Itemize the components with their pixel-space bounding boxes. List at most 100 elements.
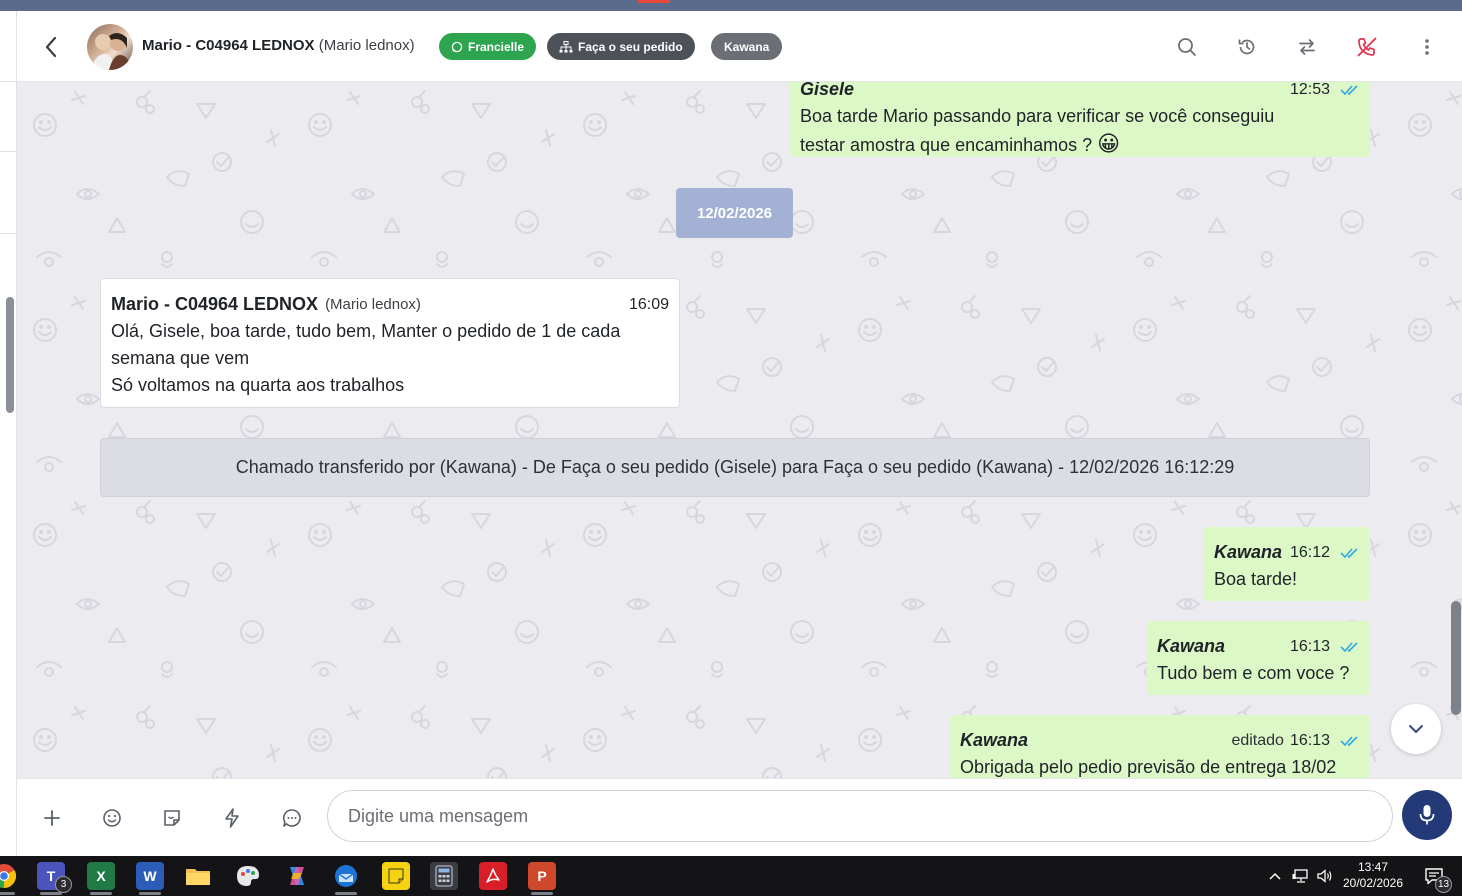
read-ticks-icon (1340, 547, 1360, 559)
message-header: Kawana 16:12 (1214, 539, 1360, 566)
clock-time: 13:47 (1357, 860, 1389, 874)
tag-francielle[interactable]: Francielle (439, 33, 537, 60)
message-text: Boa tarde! (1214, 569, 1298, 589)
folder-icon (186, 869, 210, 885)
taskbar-clock[interactable]: 13:47 20/02/2026 (1338, 859, 1408, 891)
message-author: Kawana (1214, 542, 1283, 562)
message-bubble-outgoing[interactable]: Kawana editado 16:13 Obrigada pelo pedio… (950, 715, 1370, 778)
kebab-menu-icon (1425, 39, 1429, 55)
message-time: 16:13 (1289, 732, 1330, 749)
message-time: 16:13 (1289, 638, 1330, 655)
thunderbird-app[interactable] (332, 862, 360, 895)
message-bubble-outgoing[interactable]: Kawana 16:13 Tudo bem e com voce ? (1147, 621, 1370, 695)
left-scrollbar-thumb[interactable] (6, 297, 14, 413)
notification-center[interactable]: 13 (1420, 862, 1452, 893)
voice-record-button[interactable] (1402, 790, 1452, 840)
sticker-button[interactable] (157, 803, 187, 833)
emoji-button[interactable] (97, 803, 127, 833)
teams-badge: 3 (55, 876, 72, 893)
message-input[interactable] (327, 790, 1393, 842)
running-indicator (139, 892, 161, 895)
divider (0, 81, 16, 82)
message-bubble-outgoing[interactable]: Gisele 12:53 Boa tarde Mario passando pa… (790, 82, 1370, 157)
message-time: 12:53 (1289, 82, 1330, 98)
system-transfer-notice: Chamado transferido por (Kawana) - De Fa… (100, 438, 1370, 497)
chevron-up-icon[interactable] (1268, 871, 1282, 881)
message-author: Gisele (800, 82, 855, 99)
running-indicator (335, 892, 357, 895)
history-icon (1238, 39, 1255, 55)
attach-button[interactable] (37, 803, 67, 833)
history-button[interactable] (1234, 34, 1260, 60)
message-bubble-incoming[interactable]: Mario - C04964 LEDNOX (Mario lednox) 16:… (100, 278, 680, 408)
end-call-button[interactable] (1354, 34, 1380, 60)
message-author: Kawana (960, 730, 1029, 750)
teams-app[interactable]: T 3 (37, 862, 72, 895)
chat-scrollbar-thumb[interactable] (1451, 601, 1461, 715)
tag-label: Faça o seu pedido (578, 39, 683, 54)
grinning-emoji: 😀 (1097, 131, 1121, 156)
scroll-to-bottom-button[interactable] (1391, 704, 1441, 754)
message-time: 16:12 (1289, 544, 1330, 561)
contact-title[interactable]: Mario - C04964 LEDNOX (Mario lednox) (142, 37, 415, 54)
read-ticks-icon (1340, 641, 1360, 653)
quick-replies-button[interactable] (217, 803, 247, 833)
left-panel-edge (0, 11, 17, 856)
message-text: testar amostra que encaminhamos ? (800, 135, 1093, 155)
message-header: Kawana 16:13 (1157, 633, 1360, 660)
message-text-line: testar amostra que encaminhamos ? 😀 (800, 130, 1360, 159)
file-explorer-app[interactable] (184, 862, 212, 890)
word-app[interactable]: W (136, 862, 164, 895)
message-text: Obrigada pelo pedio previsão de entrega … (960, 757, 1337, 777)
calculator-app[interactable] (430, 862, 458, 890)
chrome-app[interactable] (0, 862, 18, 895)
more-options-button[interactable] (1414, 34, 1440, 60)
smiley-icon (103, 809, 121, 827)
sticker-icon (164, 810, 180, 826)
phone-off-icon (1357, 37, 1377, 57)
palette-icon (237, 866, 259, 886)
chat-messages-area[interactable]: Gisele 12:53 Boa tarde Mario passando pa… (17, 82, 1462, 778)
message-bubble-outgoing[interactable]: Kawana 16:12 Boa tarde! (1204, 527, 1370, 601)
edited-label: editado (1231, 732, 1284, 749)
volume-icon[interactable] (1316, 868, 1334, 884)
tag-kawana[interactable]: Kawana (711, 33, 783, 60)
sticky-notes-app[interactable] (382, 862, 410, 890)
system-tray (1268, 856, 1334, 896)
message-text-line: Olá, Gisele, boa tarde, tudo bem, Manter… (111, 321, 621, 341)
contact-avatar[interactable] (87, 24, 133, 70)
sticky-note-icon (388, 868, 404, 884)
tag-faca-o-seu-pedido[interactable]: Faça o seu pedido (547, 33, 695, 60)
message-text: Tudo bem e com voce ? (1157, 663, 1350, 683)
chat-templates-button[interactable] (277, 803, 307, 833)
message-author: Kawana (1157, 636, 1226, 656)
plus-icon (44, 810, 60, 826)
date-separator: 12/02/2026 (676, 188, 793, 238)
pdf-icon (486, 868, 500, 883)
lightning-icon (225, 808, 239, 828)
powerpoint-app[interactable]: P (528, 862, 556, 895)
search-button[interactable] (1174, 34, 1200, 60)
message-sender: Mario - C04964 LEDNOX (111, 294, 319, 314)
read-ticks-icon (1340, 84, 1360, 96)
message-header: Kawana editado 16:13 (960, 727, 1360, 754)
chat-header: Mario - C04964 LEDNOX (Mario lednox) Fra… (17, 11, 1462, 82)
transfer-button[interactable] (1294, 34, 1320, 60)
message-sender-nickname: (Mario lednox) (325, 296, 421, 313)
excel-app[interactable]: X (87, 862, 115, 895)
back-button[interactable] (37, 33, 65, 61)
clock-date: 20/02/2026 (1342, 876, 1404, 890)
excel-icon: X (96, 868, 106, 884)
running-indicator (531, 892, 553, 895)
message-bubble-icon (282, 809, 301, 827)
tag-label: Kawana (724, 39, 770, 54)
chevron-left-icon (45, 36, 57, 58)
paint-app[interactable] (234, 862, 262, 890)
acrobat-app[interactable] (479, 862, 507, 890)
copilot-app[interactable] (283, 862, 311, 890)
active-indicator (638, 0, 670, 3)
network-icon[interactable] (1292, 868, 1310, 884)
running-indicator (40, 892, 62, 895)
teams-icon: T (46, 868, 56, 884)
powerpoint-icon: P (537, 868, 547, 884)
